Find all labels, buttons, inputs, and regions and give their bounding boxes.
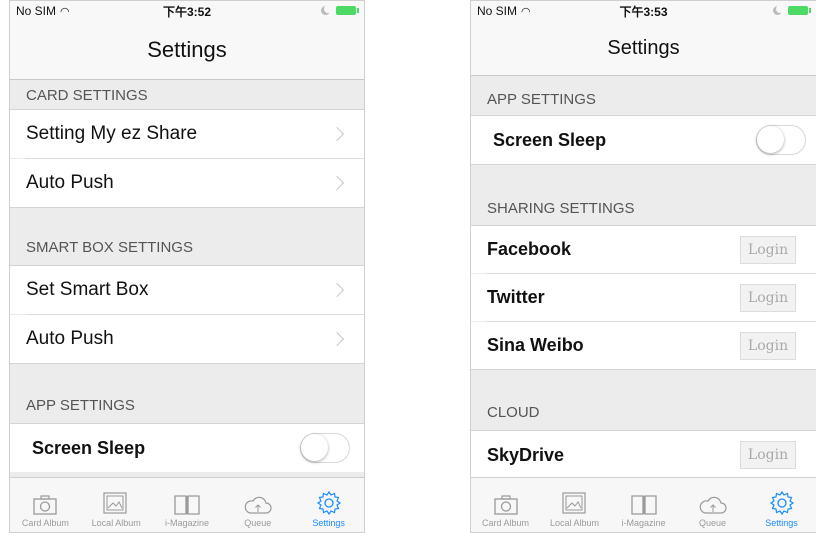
navigation-bar: Settings (10, 21, 364, 80)
status-time: 下午3:52 (162, 4, 212, 19)
sina-weibo-row: Sina Weibo Login (471, 322, 816, 369)
cloud-upload-icon (699, 496, 727, 514)
tab-queue[interactable]: Queue (222, 478, 293, 532)
row-label: Set Smart Box (26, 279, 149, 300)
set-smart-box-row[interactable]: Set Smart Box (10, 266, 364, 314)
chevron-right-icon (329, 282, 345, 298)
tab-settings[interactable]: Settings (747, 478, 816, 532)
page-title: Settings (607, 36, 680, 59)
tab-bar: Card Album Local Album i-Magazine Queue … (471, 477, 816, 532)
chevron-right-icon (329, 126, 345, 142)
tab-card-album[interactable]: Card Album (471, 478, 540, 532)
moon-icon (321, 5, 332, 15)
section-header-app-settings: APP SETTINGS (10, 387, 364, 423)
row-label: Auto Push (26, 172, 114, 193)
tab-settings[interactable]: Settings (293, 478, 364, 532)
tab-label: i-Magazine (621, 518, 666, 528)
gear-icon (316, 490, 341, 516)
row-label: Sina Weibo (487, 335, 584, 355)
book-icon (630, 495, 657, 515)
battery-icon (788, 6, 811, 15)
tab-label: Card Album (21, 518, 69, 528)
book-icon (174, 495, 200, 515)
tab-bar: Card Album Local Album i-Magazine Queue … (10, 477, 364, 532)
toggle-knob (301, 434, 328, 461)
camera-icon (33, 495, 58, 515)
section-header-card-settings: CARD SETTINGS (10, 80, 364, 110)
photo-icon (103, 492, 127, 514)
battery-icon (336, 6, 359, 15)
tab-label: Settings (312, 518, 345, 528)
screen-sleep-row: Screen Sleep (10, 424, 364, 472)
chevron-right-icon (329, 175, 345, 191)
photo-icon (561, 492, 586, 514)
tab-label: i-Magazine (164, 518, 209, 528)
tab-label: Settings (765, 518, 798, 528)
settings-screen-right: No SIM ◠ 下午3:53 Settings APP SETTINGS Scr… (470, 0, 816, 533)
tab-label: Local Album (549, 518, 600, 528)
skydrive-login-button[interactable]: Login (740, 441, 796, 469)
facebook-login-button[interactable]: Login (740, 235, 796, 264)
card-auto-push-row[interactable]: Auto Push (10, 159, 364, 207)
section-header-app-settings: APP SETTINGS (471, 83, 816, 115)
twitter-row: Twitter Login (471, 274, 816, 321)
tab-label: Queue (698, 518, 727, 528)
camera-icon (493, 495, 518, 515)
row-label: Facebook (487, 239, 572, 259)
tab-queue[interactable]: Queue (678, 478, 747, 532)
status-bar: No SIM ◠ 下午3:53 (471, 1, 816, 21)
row-label: Setting My ez Share (26, 123, 198, 144)
row-label: SkyDrive (487, 444, 565, 465)
navigation-bar: Settings (471, 21, 816, 76)
row-label: Auto Push (26, 328, 114, 349)
section-header-sharing-settings: SHARING SETTINGS (471, 191, 816, 225)
section-header-smart-box-settings: SMART BOX SETTINGS (10, 229, 364, 265)
tab-label: Local Album (91, 518, 141, 528)
page-title: Settings (147, 37, 227, 62)
moon-icon (773, 5, 784, 15)
screen-sleep-toggle[interactable] (300, 433, 350, 463)
smart-box-auto-push-row[interactable]: Auto Push (10, 315, 364, 363)
screen-sleep-toggle[interactable] (756, 125, 806, 155)
status-time: 下午3:53 (619, 4, 668, 19)
section-header-cloud: CLOUD (471, 394, 816, 430)
twitter-login-button[interactable]: Login (740, 283, 796, 312)
tab-i-magazine[interactable]: i-Magazine (609, 478, 678, 532)
tab-label: Card Album (481, 518, 530, 528)
screen-sleep-row: Screen Sleep (471, 116, 816, 164)
status-bar: No SIM ◠ 下午3:52 (10, 1, 364, 21)
sina-weibo-login-button[interactable]: Login (740, 331, 796, 360)
settings-screen-left: No SIM ◠ 下午3:52 Settings CARD SETTINGS Se… (9, 0, 365, 533)
tab-local-album[interactable]: Local Album (81, 478, 152, 532)
row-label: Screen Sleep (32, 437, 146, 458)
toggle-knob (757, 126, 784, 153)
chevron-right-icon (329, 331, 345, 347)
gear-icon (769, 490, 794, 516)
cloud-upload-icon (244, 496, 272, 514)
tab-label: Queue (244, 518, 272, 528)
skydrive-row: SkyDrive Login (471, 431, 816, 479)
row-label: Twitter (487, 287, 545, 307)
row-label: Screen Sleep (493, 129, 607, 150)
facebook-row: Facebook Login (471, 226, 816, 273)
setting-my-ez-share-row[interactable]: Setting My ez Share (10, 110, 364, 158)
tab-i-magazine[interactable]: i-Magazine (152, 478, 223, 532)
tab-card-album[interactable]: Card Album (10, 478, 81, 532)
tab-local-album[interactable]: Local Album (540, 478, 609, 532)
